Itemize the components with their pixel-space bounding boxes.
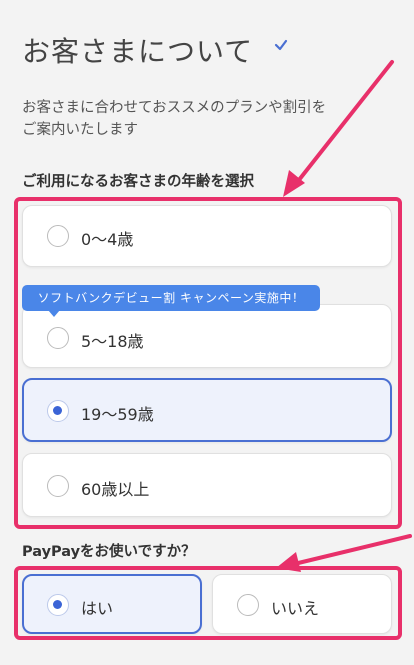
arrow-to-age-section (283, 60, 394, 197)
arrow-to-paypay-section (276, 534, 412, 572)
annotation-arrows (276, 60, 412, 572)
